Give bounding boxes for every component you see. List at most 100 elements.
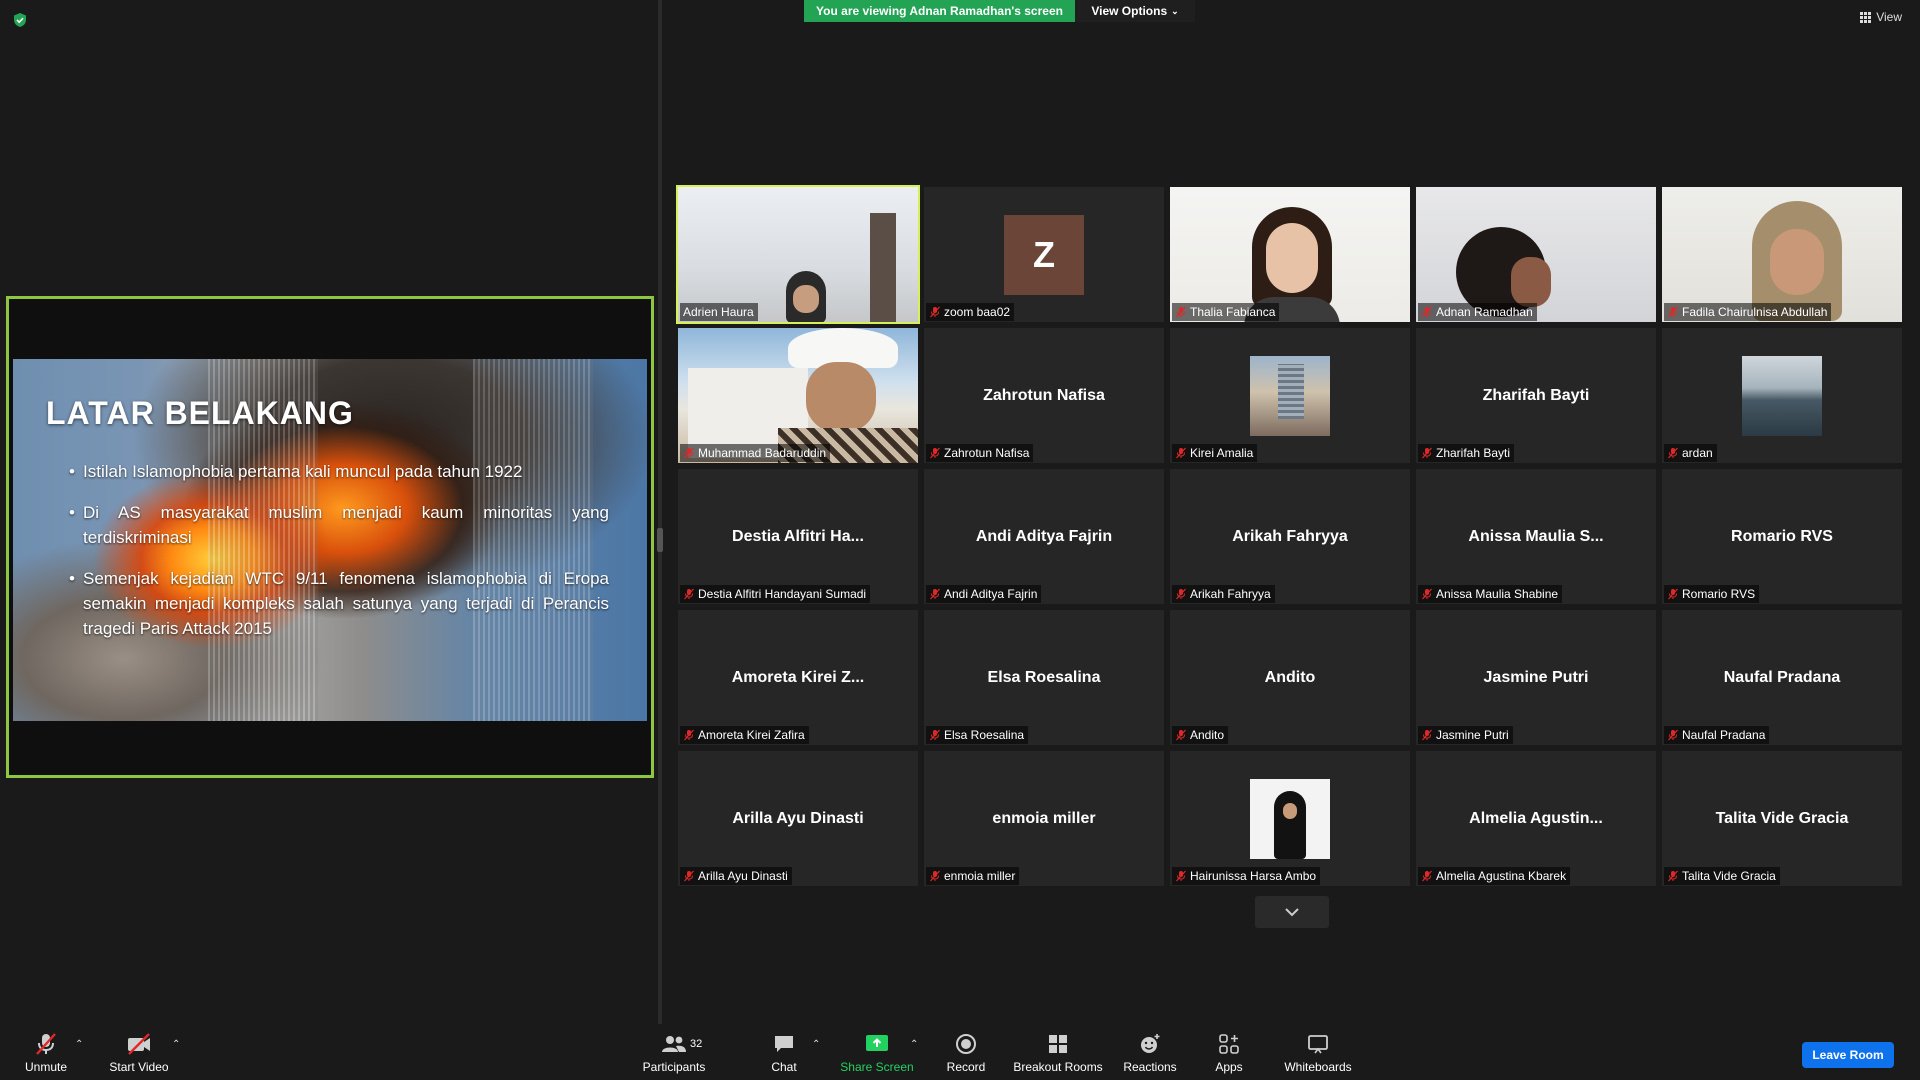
leave-room-button[interactable]: Leave Room [1802, 1042, 1894, 1068]
participant-tile[interactable]: Arikah Fahryya Arikah Fahryya [1170, 469, 1410, 604]
mic-muted-icon [1176, 306, 1186, 318]
participant-tile[interactable]: Andi Aditya Fajrin Andi Aditya Fajrin [924, 469, 1164, 604]
participant-tile[interactable]: Anissa Maulia S... Anissa Maulia Shabine [1416, 469, 1656, 604]
participant-name: Amoreta Kirei Zafira [698, 728, 805, 742]
participant-name: Thalia Fabianca [1190, 305, 1276, 319]
chat-options-caret[interactable]: ⌃ [812, 1039, 820, 1050]
participant-tile[interactable]: enmoia miller enmoia miller [924, 751, 1164, 886]
splitter-handle[interactable] [657, 528, 663, 552]
show-more-participants-button[interactable] [1255, 896, 1329, 928]
record-icon [956, 1034, 976, 1054]
participant-display-name: Andi Aditya Fajrin [975, 527, 1113, 545]
participant-tile[interactable]: Talita Vide Gracia Talita Vide Gracia [1662, 751, 1902, 886]
participant-tile[interactable]: Arilla Ayu Dinasti Arilla Ayu Dinasti [678, 751, 918, 886]
participant-name-label: Fadila Chairulnisa Abdullah [1664, 303, 1832, 321]
participant-display-name: Zharifah Bayti [1482, 386, 1590, 404]
participant-name: Adrien Haura [683, 305, 754, 319]
participant-name-label: Arikah Fahryya [1172, 585, 1275, 603]
video-off-icon [128, 1033, 150, 1055]
participant-tile[interactable]: Zahrotun Nafisa Zahrotun Nafisa [924, 328, 1164, 463]
mic-muted-icon [684, 588, 694, 600]
participant-name-label: Andito [1172, 726, 1229, 744]
apps-button[interactable]: Apps [1212, 1032, 1246, 1074]
participant-name-label: Adnan Ramadhan [1418, 303, 1537, 321]
breakout-rooms-button[interactable]: Breakout Rooms [1012, 1032, 1104, 1074]
view-button[interactable]: View [1860, 10, 1902, 24]
audio-options-caret[interactable]: ⌃ [75, 1039, 83, 1050]
mic-muted-icon [1668, 447, 1678, 459]
slide-bullet: Di AS masyarakat muslim menjadi kaum min… [69, 500, 609, 550]
mic-muted-icon [1668, 306, 1678, 318]
participant-name: Andi Aditya Fajrin [944, 587, 1038, 601]
mic-muted-icon [930, 729, 940, 741]
share-options-caret[interactable]: ⌃ [910, 1039, 918, 1050]
chat-button[interactable]: Chat [764, 1032, 804, 1074]
reactions-button[interactable]: Reactions [1122, 1032, 1178, 1074]
participant-avatar [1742, 356, 1822, 436]
participant-tile[interactable]: Elsa Roesalina Elsa Roesalina [924, 610, 1164, 745]
participant-name-label: Thalia Fabianca [1172, 303, 1280, 321]
participant-name: Fadila Chairulnisa Abdullah [1682, 305, 1828, 319]
participant-tile[interactable]: Zharifah Bayti Zharifah Bayti [1416, 328, 1656, 463]
participant-tile[interactable]: Andito Andito [1170, 610, 1410, 745]
participant-name-label: Hairunissa Harsa Ambo [1172, 867, 1321, 885]
participant-tile[interactable]: Fadila Chairulnisa Abdullah [1662, 187, 1902, 322]
participant-display-name: Zahrotun Nafisa [983, 386, 1105, 404]
participant-name-label: Naufal Pradana [1664, 726, 1770, 744]
participant-name-label: Romario RVS [1664, 585, 1760, 603]
record-button[interactable]: Record [944, 1032, 988, 1074]
participant-tile[interactable]: Naufal Pradana Naufal Pradana [1662, 610, 1902, 745]
reactions-icon [1141, 1034, 1160, 1053]
mic-muted-icon [1176, 588, 1186, 600]
participant-name: Hairunissa Harsa Ambo [1190, 869, 1317, 883]
participant-avatar [1250, 779, 1330, 859]
participant-name-label: enmoia miller [926, 867, 1020, 885]
participant-tile[interactable]: Amoreta Kirei Z... Amoreta Kirei Zafira [678, 610, 918, 745]
participant-display-name: Talita Vide Gracia [1715, 809, 1849, 827]
mic-muted-icon [1668, 588, 1678, 600]
participant-tile[interactable]: Zzoom baa02 [924, 187, 1164, 322]
whiteboards-button[interactable]: Whiteboards [1282, 1032, 1354, 1074]
participant-tile[interactable]: Jasmine Putri Jasmine Putri [1416, 610, 1656, 745]
share-screen-button[interactable]: Share Screen [840, 1032, 914, 1074]
view-options-dropdown[interactable]: View Options ⌄ [1075, 0, 1195, 22]
share-screen-icon [866, 1035, 888, 1051]
participant-name: Jasmine Putri [1436, 728, 1509, 742]
participant-name-label: Elsa Roesalina [926, 726, 1029, 744]
participant-name-label: Jasmine Putri [1418, 726, 1513, 744]
panel-splitter[interactable] [658, 0, 662, 1030]
participant-video [1170, 187, 1410, 322]
participant-name: enmoia miller [944, 869, 1016, 883]
security-shield-icon[interactable] [12, 12, 28, 28]
mic-muted-icon [930, 447, 940, 459]
participant-name-label: Zahrotun Nafisa [926, 444, 1034, 462]
participant-tile[interactable]: Hairunissa Harsa Ambo [1170, 751, 1410, 886]
breakout-rooms-icon [1049, 1035, 1067, 1053]
participant-name: Destia Alfitri Handayani Sumadi [698, 587, 867, 601]
participant-name-label: Muhammad Badaruddin [680, 444, 831, 462]
participant-tile[interactable]: Almelia Agustin... Almelia Agustina Kbare… [1416, 751, 1656, 886]
participant-tile[interactable]: Adnan Ramadhan [1416, 187, 1656, 322]
chevron-down-icon: ⌄ [1171, 5, 1179, 16]
participant-name: Arikah Fahryya [1190, 587, 1271, 601]
participant-tile[interactable]: Romario RVS Romario RVS [1662, 469, 1902, 604]
participant-name: Almelia Agustina Kbarek [1436, 869, 1567, 883]
participant-display-name: Romario RVS [1731, 527, 1833, 545]
mic-muted-icon [1422, 447, 1432, 459]
participant-tile[interactable]: Muhammad Badaruddin [678, 328, 918, 463]
participant-tile[interactable]: Kirei Amalia [1170, 328, 1410, 463]
participant-tile[interactable]: Thalia Fabianca [1170, 187, 1410, 322]
participants-count: 32 [690, 1038, 703, 1050]
start-video-button[interactable]: Start Video [106, 1032, 172, 1074]
whiteboards-label: Whiteboards [1284, 1060, 1352, 1074]
shared-screen[interactable]: LATAR BELAKANG Istilah Islamophobia pert… [6, 296, 654, 778]
participant-tile[interactable]: Adrien Haura [676, 185, 920, 324]
viewing-screen-banner: You are viewing Adnan Ramadhan's screen [804, 0, 1075, 22]
participant-tile[interactable]: ardan [1662, 328, 1902, 463]
participant-tile[interactable]: Destia Alfitri Ha... Destia Alfitri Handa… [678, 469, 918, 604]
video-options-caret[interactable]: ⌃ [172, 1039, 180, 1050]
record-label: Record [946, 1060, 986, 1074]
participant-name: Adnan Ramadhan [1436, 305, 1533, 319]
unmute-button[interactable]: Unmute [20, 1032, 72, 1074]
participant-display-name: enmoia miller [992, 809, 1096, 827]
